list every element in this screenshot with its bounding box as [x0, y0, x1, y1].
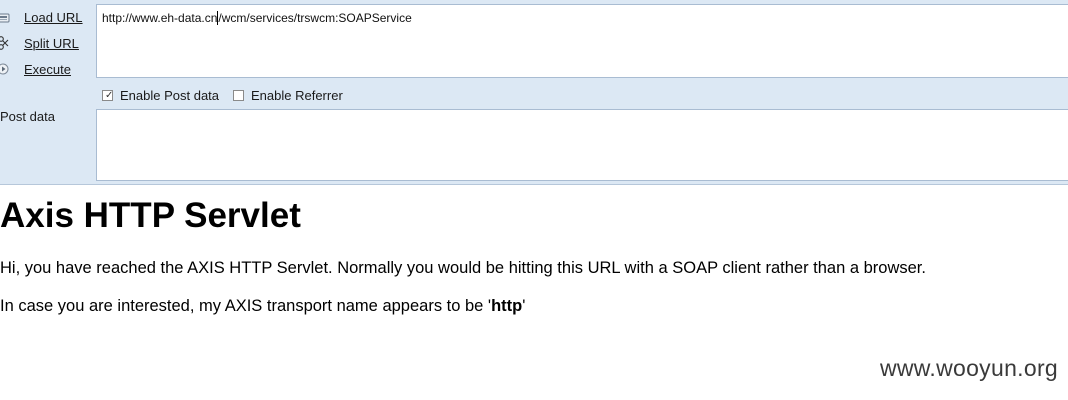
split-url-label: Split URL — [24, 35, 79, 51]
url-input[interactable]: http://www.eh-data.cn/wcm/services/trswc… — [96, 4, 1068, 78]
scissors-icon — [0, 35, 10, 51]
url-text-end: /wcm/services/trswcm:SOAPService — [218, 11, 412, 25]
enable-post-data-option[interactable]: ✓ Enable Post data — [102, 86, 219, 104]
watermark-text: www.wooyun.org — [879, 355, 1058, 381]
post-data-input[interactable] — [96, 109, 1068, 181]
page-heading: Axis HTTP Servlet — [0, 196, 301, 235]
transport-text-prefix: In case you are interested, my AXIS tran… — [0, 297, 492, 315]
post-data-label: Post data — [0, 109, 55, 124]
load-url-label: Load URL — [24, 9, 83, 25]
url-text-start: http://www.eh-data.cn — [102, 11, 218, 25]
execute-label: Execute — [24, 61, 71, 77]
enable-post-data-label: Enable Post data — [120, 87, 220, 103]
split-url-button[interactable]: Split URL — [0, 32, 79, 54]
load-url-button[interactable]: Load URL — [0, 6, 83, 28]
enable-referrer-option[interactable]: Enable Referrer — [233, 86, 343, 104]
transport-paragraph: In case you are interested, my AXIS tran… — [0, 297, 525, 316]
enable-referrer-label: Enable Referrer — [251, 87, 343, 103]
transport-name: http — [491, 297, 523, 315]
load-url-icon — [0, 9, 10, 25]
checkmark-icon: ✓ — [105, 89, 114, 101]
intro-paragraph: Hi, you have reached the AXIS HTTP Servl… — [0, 259, 926, 277]
enable-referrer-checkbox[interactable] — [233, 89, 244, 101]
execute-button[interactable]: Execute — [0, 58, 71, 80]
play-icon — [0, 61, 10, 77]
enable-post-data-checkbox[interactable]: ✓ — [102, 89, 114, 101]
hackbar-panel: Load URL Split URL Execute http://www.eh… — [0, 0, 1068, 185]
transport-text-suffix: ' — [522, 297, 526, 315]
